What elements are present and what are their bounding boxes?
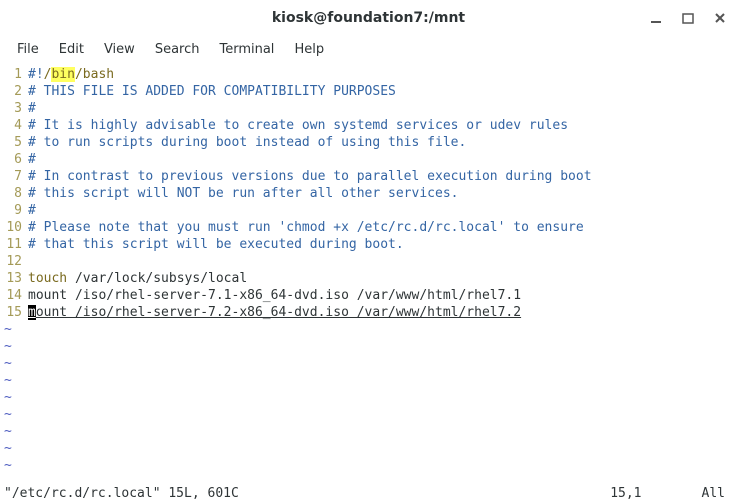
tilde-marker: ~	[0, 355, 12, 372]
code-line: 10# Please note that you must run 'chmod…	[0, 219, 737, 236]
status-file-info: "/etc/rc.d/rc.local" 15L, 601C	[0, 485, 239, 503]
close-icon[interactable]	[713, 11, 727, 25]
empty-tilde-line: ~	[0, 321, 737, 338]
empty-tilde-line: ~	[0, 423, 737, 440]
line-number: 15	[0, 304, 28, 321]
line-number: 4	[0, 117, 28, 134]
line-text: # to run scripts during boot instead of …	[28, 134, 466, 151]
line-number: 13	[0, 270, 28, 287]
empty-tilde-line: ~	[0, 406, 737, 423]
menu-file[interactable]: File	[8, 40, 48, 59]
line-text: #	[28, 202, 36, 219]
status-scroll: All	[702, 485, 737, 503]
vim-statusbar: "/etc/rc.d/rc.local" 15L, 601C 15,1 All	[0, 485, 737, 503]
code-line: 4# It is highly advisable to create own …	[0, 117, 737, 134]
empty-tilde-line: ~	[0, 338, 737, 355]
line-number: 5	[0, 134, 28, 151]
search-highlight: bin	[51, 67, 74, 82]
code-line: 14mount /iso/rhel-server-7.1-x86_64-dvd.…	[0, 287, 737, 304]
tilde-marker: ~	[0, 457, 12, 474]
code-line-current: 15mount /iso/rhel-server-7.2-x86_64-dvd.…	[0, 304, 737, 321]
code-line: 2# THIS FILE IS ADDED FOR COMPATIBILITY …	[0, 83, 737, 100]
empty-tilde-line: ~	[0, 440, 737, 457]
empty-tilde-line: ~	[0, 389, 737, 406]
tilde-marker: ~	[0, 321, 12, 338]
menu-help[interactable]: Help	[285, 40, 333, 59]
titlebar: kiosk@foundation7:/mnt	[0, 0, 737, 36]
line-number: 12	[0, 253, 28, 270]
menu-view[interactable]: View	[95, 40, 144, 59]
line-text: mount /iso/rhel-server-7.2-x86_64-dvd.is…	[28, 304, 521, 321]
tilde-marker: ~	[0, 406, 12, 423]
empty-tilde-line: ~	[0, 355, 737, 372]
terminal-area[interactable]: 1#!/bin/bash 2# THIS FILE IS ADDED FOR C…	[0, 62, 737, 485]
status-cursor-pos: 15,1	[610, 485, 701, 503]
code-line: 5# to run scripts during boot instead of…	[0, 134, 737, 151]
code-line: 7# In contrast to previous versions due …	[0, 168, 737, 185]
empty-tilde-line: ~	[0, 457, 737, 474]
tilde-marker: ~	[0, 389, 12, 406]
line-text: # It is highly advisable to create own s…	[28, 117, 568, 134]
line-number: 3	[0, 100, 28, 117]
line-text: #	[28, 151, 36, 168]
code-line: 1#!/bin/bash	[0, 66, 737, 83]
code-line: 12	[0, 253, 737, 270]
code-line: 8# this script will NOT be run after all…	[0, 185, 737, 202]
line-number: 2	[0, 83, 28, 100]
tilde-marker: ~	[0, 440, 12, 457]
cursor: m	[28, 305, 36, 320]
line-number: 11	[0, 236, 28, 253]
code-line: 6#	[0, 151, 737, 168]
menu-edit[interactable]: Edit	[50, 40, 93, 59]
line-number: 1	[0, 66, 28, 83]
line-text: # this script will NOT be run after all …	[28, 185, 458, 202]
code-line: 11# that this script will be executed du…	[0, 236, 737, 253]
line-number: 8	[0, 185, 28, 202]
line-text: #	[28, 100, 36, 117]
window-title: kiosk@foundation7:/mnt	[272, 10, 465, 26]
code-line: 13touch /var/lock/subsys/local	[0, 270, 737, 287]
empty-tilde-line: ~	[0, 372, 737, 389]
code-line: 9#	[0, 202, 737, 219]
line-text: touch /var/lock/subsys/local	[28, 270, 247, 287]
line-text: # Please note that you must run 'chmod +…	[28, 219, 584, 236]
line-text: # that this script will be executed duri…	[28, 236, 404, 253]
code-line: 3#	[0, 100, 737, 117]
line-number: 6	[0, 151, 28, 168]
line-number: 9	[0, 202, 28, 219]
tilde-marker: ~	[0, 423, 12, 440]
minimize-icon[interactable]	[649, 11, 663, 25]
tilde-marker: ~	[0, 372, 12, 389]
line-number: 10	[0, 219, 28, 236]
line-number: 7	[0, 168, 28, 185]
window-controls	[649, 0, 727, 36]
line-number: 14	[0, 287, 28, 304]
maximize-icon[interactable]	[681, 11, 695, 25]
line-text: # THIS FILE IS ADDED FOR COMPATIBILITY P…	[28, 83, 396, 100]
menu-terminal[interactable]: Terminal	[210, 40, 283, 59]
tilde-marker: ~	[0, 338, 12, 355]
line-text: # In contrast to previous versions due t…	[28, 168, 592, 185]
line-text: #!/bin/bash	[28, 66, 114, 83]
line-text: mount /iso/rhel-server-7.1-x86_64-dvd.is…	[28, 287, 521, 304]
menu-search[interactable]: Search	[146, 40, 209, 59]
menubar: File Edit View Search Terminal Help	[0, 36, 737, 62]
